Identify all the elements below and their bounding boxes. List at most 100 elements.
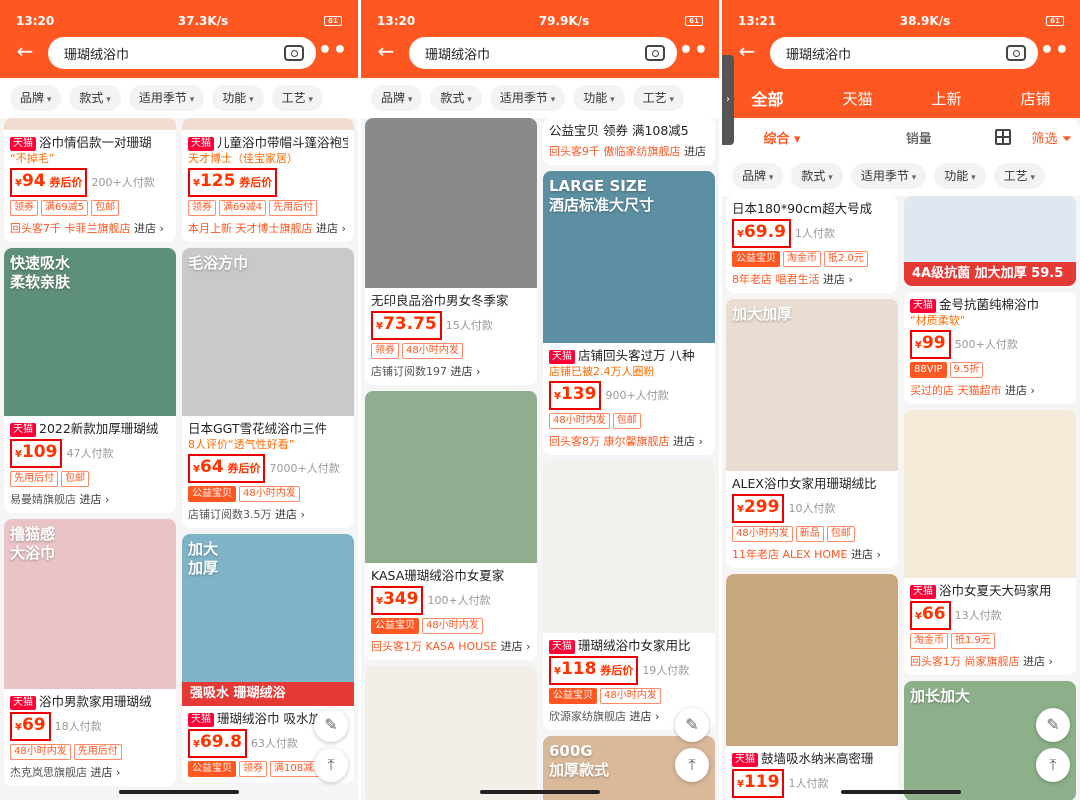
filter-chip[interactable]: 工艺 [271,85,324,111]
product-card[interactable]: 无印良品浴巾男女冬季家 ¥73.75 15人付款 领券 48小时内发 店铺订阅数197 进… [365,118,537,385]
product-card[interactable]: 天猫 浴巾情侣款一对珊瑚 “不掉毛” ¥94 券后价 200+人付款 领券 满69减5 包邮回… [4,118,176,242]
shop-link[interactable]: 回头客8万 康尔馨旗舰店 进店 › [549,433,709,449]
product-image[interactable]: 撸猫感 大浴巾 [4,519,176,689]
grid-view-icon[interactable] [995,129,1012,145]
product-card[interactable]: 天猫儿童浴巾带帽斗篷浴袍宝宝新生婴儿浴巾四季天才博士（佳宝家居） ¥125 券后价… [182,118,354,242]
note-icon[interactable]: ✎ [675,708,709,742]
tab-3[interactable]: 店铺 [1020,88,1050,109]
shop-link[interactable]: 回头客1万 尚家旗舰店 进店 › [910,653,1070,669]
product-title[interactable]: 天猫 浴巾男款家用珊瑚绒 [10,693,170,710]
product-card[interactable]: 毛浴方巾 日本GGT雪花绒浴巾三件 8人评价“透气性好看” ¥64 券后价 7000+人… [182,248,354,528]
filter-chip[interactable]: 工艺 [632,85,685,111]
product-image[interactable] [182,118,354,130]
product-image[interactable] [365,118,537,288]
product-image[interactable] [726,574,898,746]
camera-icon[interactable] [1006,45,1026,61]
shop-link[interactable]: 回头客9千 傲临家纺旗舰店 进店 › [549,143,709,159]
product-card[interactable]: 天猫 金号抗菌纯棉浴巾 “材质柔软” ¥99 500+人付款 88VIP 9.5折 买过的店 … [904,292,1076,404]
filter-chip[interactable]: 适用季节 [489,85,566,111]
product-card[interactable]: KASA珊瑚绒浴巾女夏家 ¥349 100+人付款 公益宝贝 48小时内发 回头客1万 K… [365,391,537,660]
more-icon[interactable]: ••• [664,40,709,62]
search-input[interactable]: 珊瑚绒浴巾 [409,37,677,69]
product-card[interactable]: 加大 加厚 强吸水 珊瑚绒浴 天猫 珊瑚绒浴巾 吸水加厚 ¥69.8 63人付款 公益宝贝领… [182,534,354,783]
product-card[interactable]: 4A级抗菌 加大加厚 59.5 [904,196,1076,286]
filter-chip[interactable]: 款式 [69,85,121,111]
product-title[interactable]: 公益宝贝 领券 满108减5 [549,122,709,139]
product-image[interactable]: 4A级抗菌 加大加厚 59.5 [904,196,1076,286]
shop-link[interactable]: 回头客1万 KASA HOUSE 进店 › [371,638,531,654]
shop-link[interactable]: 买过的店 天猫超市 进店 › [910,382,1070,398]
camera-icon[interactable] [645,45,665,61]
product-title[interactable]: 天猫 珊瑚绒浴巾女家用比 [549,637,709,654]
product-card[interactable]: 公益宝贝 领券 满108减5 回头客9千 傲临家纺旗舰店 进店 › [543,118,715,165]
product-card[interactable]: 天猫 浴巾女夏天大码家用 ¥66 13人付款 淘金币 抵1.9元 回头客1万 尚家旗舰店 进… [904,410,1076,675]
camera-icon[interactable] [284,45,304,61]
filter-chip[interactable]: 功能 [934,163,986,189]
product-title[interactable]: 日本GGT雪花绒浴巾三件 [188,420,348,437]
filter-chip[interactable]: 工艺 [993,163,1046,189]
shop-link[interactable]: 店铺订阅数3.5万 进店 › [188,506,348,522]
note-icon[interactable]: ✎ [1036,708,1070,742]
note-icon[interactable]: ✎ [314,708,348,742]
product-card[interactable]: LARGE SIZE 酒店标准大尺寸 天猫 店铺回头客过万 八种 店铺已被2.4万人圈… [543,171,715,455]
to-top-icon[interactable]: ⤒ [675,748,709,782]
filter-chip[interactable]: 品牌 [732,163,784,189]
search-input[interactable]: 珊瑚绒浴巾 [770,37,1038,69]
product-title[interactable]: ALEX浴巾女家用珊瑚绒比 [732,475,892,492]
filter-button[interactable]: 筛选 ⏷ [1031,128,1072,147]
product-image[interactable] [4,118,176,130]
product-title[interactable]: 天猫 店铺回头客过万 八种 [549,347,709,364]
product-card[interactable]: 日本180*90cm超大号成 ¥69.9 1人付款 公益宝贝 淘金币 抵2.0元 8年老店 … [726,196,898,293]
product-title[interactable]: 天猫儿童浴巾带帽斗篷浴袍宝宝新生婴儿浴巾四季 [188,134,348,151]
product-title[interactable]: 天猫 金号抗菌纯棉浴巾 [910,296,1070,313]
more-icon[interactable]: ••• [1025,40,1070,62]
shop-link[interactable]: 11年老店 ALEX HOME 进店 › [732,546,892,562]
shop-link[interactable]: 店铺订阅数197 进店 › [371,363,531,379]
product-card[interactable] [365,666,537,800]
back-arrow-icon[interactable]: ← [736,40,758,62]
shop-link[interactable]: 易曼婧旗舰店 进店 › [10,491,170,507]
filter-chip[interactable]: 款式 [791,163,843,189]
product-image[interactable]: 毛浴方巾 [182,248,354,416]
product-title[interactable]: 日本180*90cm超大号成 [732,200,892,217]
sort-comprehensive[interactable]: 综合 ▾ [722,128,842,147]
product-card[interactable]: 加大加厚 ALEX浴巾女家用珊瑚绒比 ¥299 10人付款 48小时内发 新品 包邮 11年老… [726,299,898,568]
shop-link[interactable]: 回头客7千 卡菲兰旗舰店 进店 › [10,220,170,236]
product-title[interactable]: 天猫 鼓墙吸水纳米高密珊 [732,750,892,767]
filter-chip[interactable]: 品牌 [371,85,423,111]
tab-2[interactable]: 上新 [931,88,961,109]
product-image[interactable] [365,391,537,563]
shop-link[interactable]: 本月上新 天才博士旗舰店 进店 › [188,220,348,236]
product-card[interactable]: 撸猫感 大浴巾 天猫 浴巾男款家用珊瑚绒 ¥69 18人付款 48小时内发 先用后付 杰克岚思… [4,519,176,786]
product-image[interactable]: 加大 加厚 强吸水 珊瑚绒浴 [182,534,354,706]
product-image[interactable]: 快速吸水 柔软亲肤 [4,248,176,416]
shop-link[interactable]: 8年老店 唱君生活 进店 › [732,271,892,287]
back-arrow-icon[interactable]: ← [14,40,36,62]
product-title[interactable]: 天猫 2022新款加厚珊瑚绒 [10,420,170,437]
product-title[interactable]: KASA珊瑚绒浴巾女夏家 [371,567,531,584]
filter-chip[interactable]: 款式 [430,85,482,111]
product-image[interactable] [365,666,537,800]
back-arrow-icon[interactable]: ← [375,40,397,62]
more-icon[interactable]: ••• [303,40,348,62]
product-title[interactable]: 无印良品浴巾男女冬季家 [371,292,531,309]
product-card[interactable]: 天猫 珊瑚绒浴巾女家用比 ¥118 券后价 19人付款 公益宝贝 48小时内发 欣源家纺旗舰… [543,461,715,730]
product-card[interactable]: 快速吸水 柔软亲肤 天猫 2022新款加厚珊瑚绒 ¥109 47人付款 先用后付 包邮 易曼婧… [4,248,176,513]
filter-chip[interactable]: 适用季节 [128,85,205,111]
product-image[interactable] [904,410,1076,578]
product-image[interactable] [543,461,715,633]
product-image[interactable]: 加大加厚 [726,299,898,471]
filter-chip[interactable]: 品牌 [10,85,62,111]
product-title[interactable]: 天猫 浴巾女夏天大码家用 [910,582,1070,599]
to-top-icon[interactable]: ⤒ [314,748,348,782]
sort-sales[interactable]: 销量 [842,128,995,147]
tab-0[interactable]: 全部 [751,86,783,110]
filter-chip[interactable]: 功能 [212,85,264,111]
product-card[interactable]: 天猫鼓墙吸水纳米高密珊¥1191人付款先用后付新品包邮 [726,574,898,800]
filter-chip[interactable]: 适用季节 [850,163,927,189]
product-image[interactable]: LARGE SIZE 酒店标准大尺寸 [543,171,715,343]
side-drawer-handle[interactable]: › [722,55,734,145]
shop-link[interactable]: 杰克岚思旗舰店 进店 › [10,764,170,780]
to-top-icon[interactable]: ⤒ [1036,748,1070,782]
product-title[interactable]: 天猫 浴巾情侣款一对珊瑚 [10,134,170,151]
